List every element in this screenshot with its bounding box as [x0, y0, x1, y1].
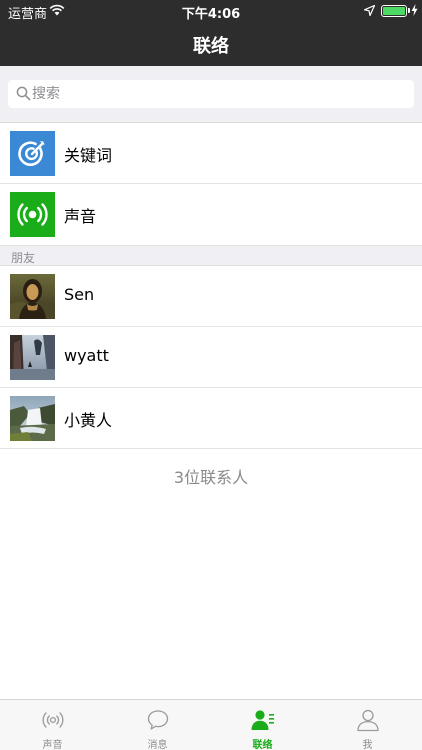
contact-name: 小黄人: [64, 411, 113, 430]
contact-row-sen[interactable]: Sen: [0, 266, 422, 327]
tab-label: 我: [362, 740, 373, 750]
tab-messages[interactable]: 消息: [105, 700, 210, 750]
status-time: 下午4:06: [181, 7, 241, 22]
broadcast-icon: [42, 712, 64, 728]
keyword-row[interactable]: 关键词: [0, 123, 422, 184]
sound-label: 声音: [64, 207, 97, 226]
person-icon: [357, 709, 379, 732]
battery-fill: [383, 7, 405, 15]
contact-row-minion[interactable]: 小黄人: [0, 388, 422, 449]
search-input[interactable]: [32, 84, 402, 104]
top-bar: 运营商 下午4:06 联络: [0, 0, 422, 66]
battery-cap: [408, 8, 410, 13]
page-title: 联络: [193, 36, 229, 57]
chat-bubble-icon: [147, 710, 169, 730]
tab-bar: 声音 消息 联络 我: [0, 699, 422, 750]
tab-contacts[interactable]: 联络: [210, 700, 315, 750]
section-title: 朋友: [11, 251, 36, 265]
friends-section-header: 朋友: [0, 245, 422, 266]
search-bar: [0, 66, 422, 123]
tab-sound[interactable]: 声音: [0, 700, 105, 750]
search-box[interactable]: [8, 80, 414, 108]
keyword-label: 关键词: [64, 146, 113, 165]
contact-name: wyatt: [64, 346, 109, 365]
battery-icon: [381, 5, 407, 17]
row-divider: [0, 448, 422, 449]
charging-bolt-icon: [411, 4, 418, 16]
status-bar: 运营商 下午4:06: [0, 0, 422, 22]
landscape-avatar: [10, 335, 55, 380]
tab-label: 声音: [42, 740, 63, 750]
contacts-icon: [251, 710, 274, 730]
sound-row[interactable]: 声音: [0, 184, 422, 245]
contact-name: Sen: [64, 285, 95, 304]
contact-count: 3位联系人: [173, 468, 249, 487]
contact-row-wyatt[interactable]: wyatt: [0, 327, 422, 388]
tab-label: 消息: [147, 740, 168, 750]
location-arrow-icon: [364, 5, 375, 16]
waterfall-avatar: [10, 396, 55, 441]
broadcast-icon: [10, 192, 55, 237]
tab-me[interactable]: 我: [315, 700, 420, 750]
tab-label: 联络: [252, 740, 273, 750]
portrait-avatar: [10, 274, 55, 319]
target-icon: [10, 131, 55, 176]
search-icon: [16, 86, 31, 101]
